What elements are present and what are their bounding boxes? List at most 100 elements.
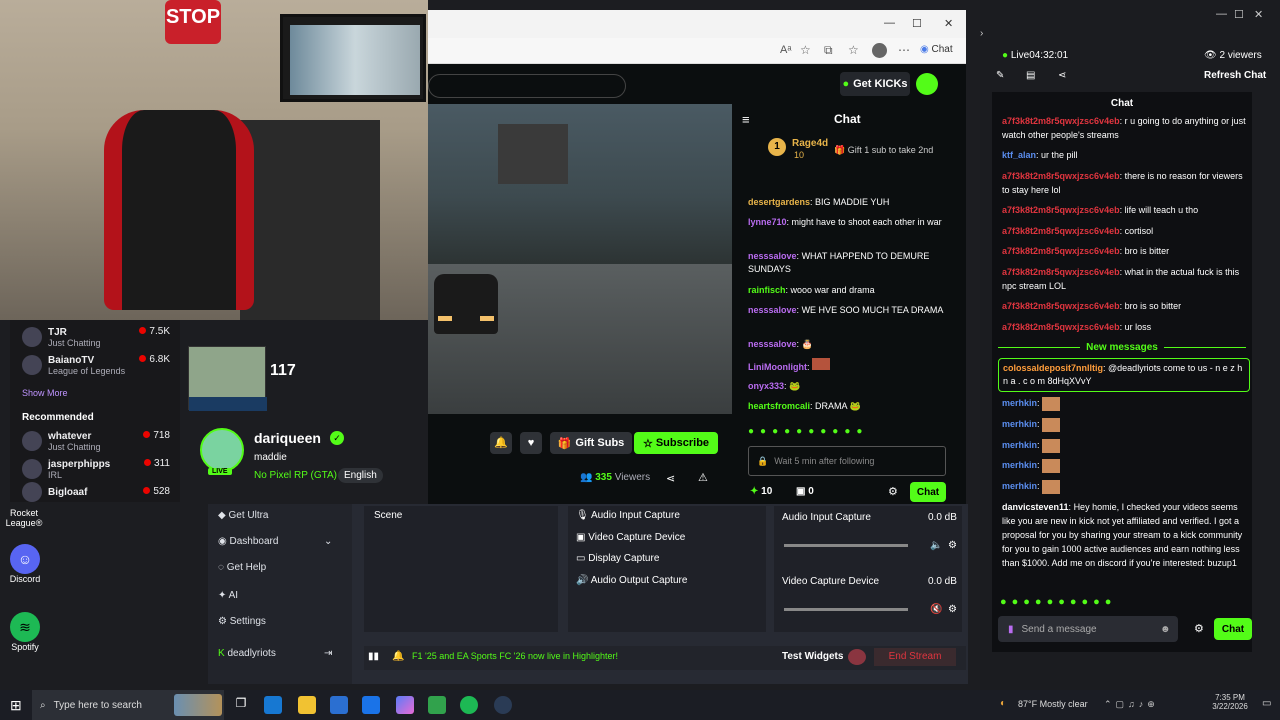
settings-gear-icon[interactable]: ⚙: [888, 485, 898, 498]
report-warning-icon[interactable]: ⚠: [698, 471, 708, 484]
follow-heart-icon[interactable]: ♥: [520, 432, 542, 454]
refresh-chat-button[interactable]: Refresh Chat: [1204, 70, 1266, 81]
profile-avatar[interactable]: [872, 43, 887, 58]
weather-text[interactable]: 87°F Mostly clear: [1018, 699, 1088, 709]
share-icon[interactable]: ⋖: [1058, 70, 1066, 81]
points-counter[interactable]: ✦ 10: [750, 486, 772, 497]
clip-icon[interactable]: ▤: [1026, 70, 1035, 81]
menu-dashboard[interactable]: ◉ Dashboard ⌄: [218, 536, 332, 547]
copilot-icon[interactable]: [396, 696, 414, 714]
close-button[interactable]: ✕: [944, 17, 953, 30]
chat-username[interactable]: a7f3k8t2m8r5qwxjzsc6v4eb: [1002, 246, 1120, 256]
system-tray-icons[interactable]: ⌃▢♫♪⊕: [1104, 699, 1159, 710]
menu-get-help[interactable]: ◌ Get Help: [218, 562, 266, 573]
notification-bell-icon[interactable]: 🔔: [490, 432, 512, 454]
minimize-button[interactable]: —: [1216, 8, 1227, 20]
sidebar-channel[interactable]: Bigloaaf 528: [22, 482, 182, 502]
stream-category[interactable]: No Pixel RP (GTA): [254, 470, 337, 481]
chat-username[interactable]: heartsfromcali: [748, 401, 810, 411]
stats-icon[interactable]: ▮▮: [368, 651, 379, 662]
edge-icon[interactable]: [264, 696, 282, 714]
chevron-right-icon[interactable]: ›: [980, 28, 983, 39]
chat-username[interactable]: lynne710: [748, 217, 787, 227]
chat-username[interactable]: danvicsteven11: [1002, 502, 1069, 512]
chat-username[interactable]: merhkin: [1002, 398, 1037, 408]
sidebar-channel[interactable]: jasperphipps IRL 311: [22, 454, 182, 484]
top-gifter-name[interactable]: Rage4d: [792, 138, 828, 149]
desktop-icon-discord[interactable]: ☺ Discord: [0, 544, 50, 584]
desktop-icon-spotify[interactable]: ≋ Spotify: [0, 612, 50, 652]
settings-gear-icon[interactable]: ⚙: [1194, 622, 1204, 635]
gift-subs-button[interactable]: 🎁 Gift Subs: [550, 432, 632, 454]
share-icon[interactable]: ⋖: [666, 472, 675, 485]
chat-send-button[interactable]: Chat: [910, 482, 946, 502]
task-view-icon[interactable]: ❐: [232, 696, 250, 714]
get-kicks-button[interactable]: ● Get KICKs: [840, 72, 910, 96]
search-input[interactable]: [428, 74, 626, 98]
chat-username[interactable]: a7f3k8t2m8r5qwxjzsc6v4eb: [1002, 301, 1120, 311]
windows-start-icon[interactable]: ⊞: [10, 697, 22, 714]
chat-username[interactable]: nesssalove: [748, 339, 797, 349]
chat-username[interactable]: nesssalove: [748, 251, 797, 261]
chat-username[interactable]: merhkin: [1002, 460, 1037, 470]
gifts-counter[interactable]: ▣ 0: [796, 486, 814, 497]
menu-ai[interactable]: ✦ AI: [218, 590, 238, 601]
store-icon[interactable]: [330, 696, 348, 714]
extensions-icon[interactable]: ⧉: [824, 43, 833, 58]
file-explorer-icon[interactable]: [298, 696, 316, 714]
chat-username[interactable]: a7f3k8t2m8r5qwxjzsc6v4eb: [1002, 226, 1120, 236]
emoji-icon[interactable]: ☻: [1160, 624, 1171, 635]
minimize-button[interactable]: —: [884, 17, 895, 29]
menu-account[interactable]: K deadlyriots ⇥: [218, 648, 332, 659]
outlook-icon[interactable]: [362, 696, 380, 714]
emote-bar[interactable]: ●●●●●●●●●●: [1000, 596, 1116, 608]
maximize-button[interactable]: ☐: [912, 17, 922, 30]
chat-username[interactable]: a7f3k8t2m8r5qwxjzsc6v4eb: [1002, 205, 1120, 215]
subscribe-button[interactable]: ☆ Subscribe: [634, 432, 718, 454]
streaming-app-icon[interactable]: [428, 696, 446, 714]
spotify-icon[interactable]: [460, 696, 478, 714]
chat-input[interactable]: 🔒 Wait 5 min after following: [748, 446, 946, 476]
gear-icon[interactable]: ⚙: [948, 540, 957, 551]
chat-username[interactable]: merhkin: [1002, 419, 1037, 429]
edit-pencil-icon[interactable]: ✎: [996, 70, 1004, 81]
steam-icon[interactable]: [494, 696, 512, 714]
end-stream-button[interactable]: End Stream: [874, 648, 956, 666]
sidebar-channel[interactable]: whatever Just Chatting 718: [22, 426, 182, 456]
read-aloud-icon[interactable]: Aᵃ: [780, 44, 791, 56]
favorites-icon[interactable]: ☆: [848, 43, 859, 57]
emote-bar[interactable]: ●●●●●●●●●●: [748, 426, 868, 437]
maximize-button[interactable]: ☐: [1234, 8, 1244, 21]
notification-bell-icon[interactable]: 🔔: [392, 651, 404, 662]
chat-send-button[interactable]: Chat: [1214, 618, 1252, 640]
source-item[interactable]: ▣ Video Capture Device: [576, 532, 685, 543]
chat-username[interactable]: merhkin: [1002, 481, 1037, 491]
highlighter-notice[interactable]: F1 '25 and EA Sports FC '26 now live in …: [408, 650, 622, 662]
desktop-icon-rocket-league[interactable]: Rocket League®: [0, 508, 50, 528]
chat-username[interactable]: rainfisch: [748, 285, 786, 295]
speaker-muted-icon[interactable]: 🔇: [930, 604, 942, 615]
show-more-link[interactable]: Show More: [22, 388, 68, 398]
chat-username[interactable]: LiniMoonlight: [748, 362, 807, 372]
scene-item[interactable]: Scene: [374, 510, 402, 521]
record-button[interactable]: [848, 649, 866, 665]
chat-username[interactable]: merhkin: [1002, 440, 1037, 450]
sidebar-channel[interactable]: BaianoTV League of Legends 6.8K: [22, 350, 182, 380]
speaker-icon[interactable]: 🔈: [930, 540, 942, 551]
send-message-input[interactable]: ▮ Send a message ☻: [998, 616, 1178, 642]
language-tag[interactable]: English: [338, 468, 383, 483]
copilot-chat-button[interactable]: ◉ Chat: [920, 44, 953, 55]
clock[interactable]: 7:35 PM 3/22/2026: [1206, 693, 1254, 711]
user-avatar[interactable]: [916, 73, 938, 95]
close-button[interactable]: ✕: [1254, 8, 1263, 21]
chat-username[interactable]: desertgardens: [748, 197, 810, 207]
chat-username[interactable]: nesssalove: [748, 305, 797, 315]
streamer-name[interactable]: dariqueen: [254, 430, 321, 446]
stream-video[interactable]: [428, 104, 732, 414]
chat-username[interactable]: onyx333: [748, 381, 784, 391]
gift-prompt[interactable]: 🎁 Gift 1 sub to take 2nd: [834, 145, 933, 156]
source-item[interactable]: 🎙 Audio Input Capture: [576, 510, 680, 521]
address-bar[interactable]: Aᵃ ☆ ⧉ ☆ ⋯ ◉ Chat: [428, 38, 966, 64]
test-widgets-button[interactable]: Test Widgets: [782, 651, 843, 662]
gear-icon[interactable]: ⚙: [948, 604, 957, 615]
